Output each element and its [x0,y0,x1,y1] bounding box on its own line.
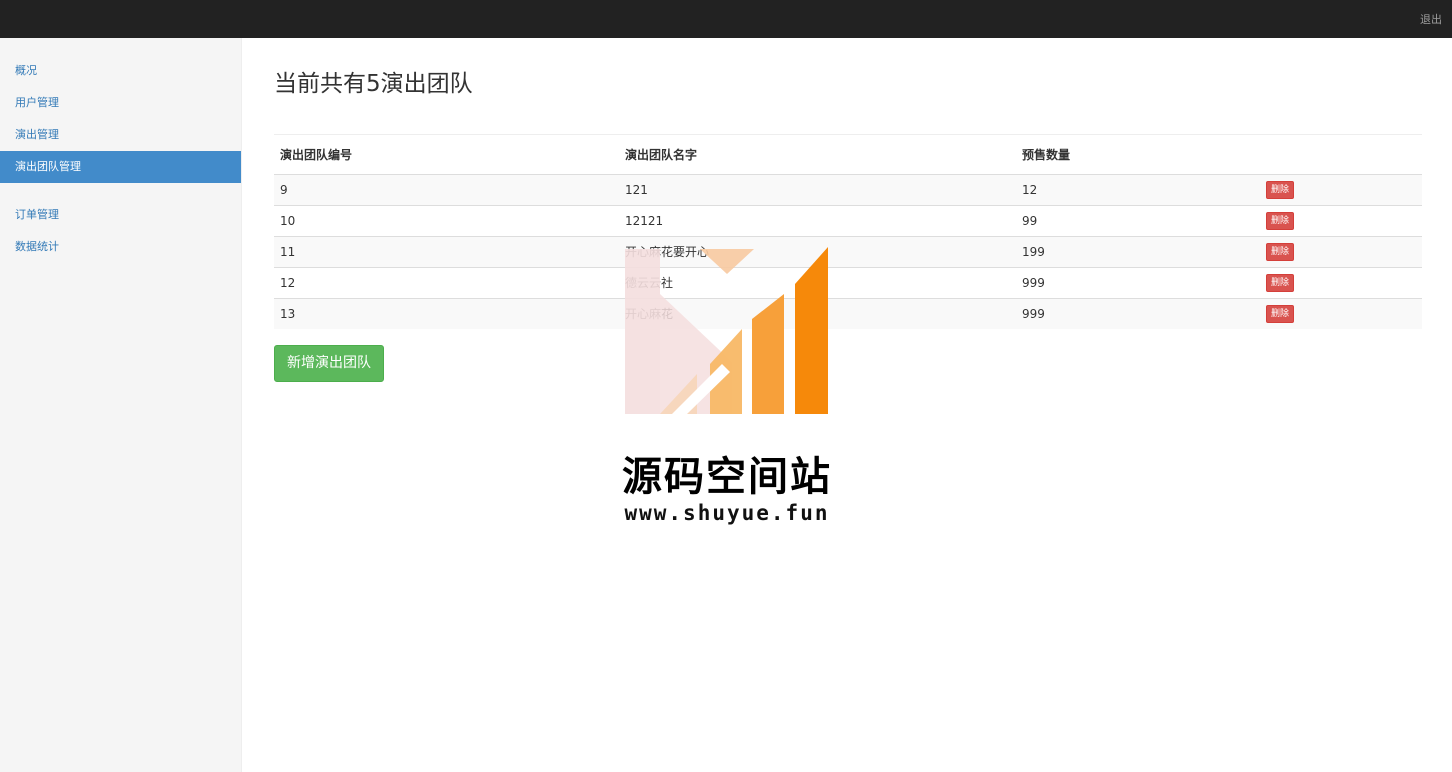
cell-id: 9 [274,173,619,205]
column-header-name: 演出团队名字 [619,135,1016,175]
delete-button[interactable]: 删除 [1266,304,1295,323]
cell-name: 12121 [619,204,1016,236]
delete-button[interactable]: 删除 [1266,242,1295,261]
cell-id: 13 [274,297,619,329]
table-header-row: 演出团队编号 演出团队名字 预售数量 [274,135,1422,175]
cell-presale: 999 [1016,297,1260,329]
cell-presale: 199 [1016,235,1260,267]
delete-button[interactable]: 删除 [1266,211,1295,230]
sidebar-item-users[interactable]: 用户管理 [0,87,241,119]
watermark-logo-icon [625,247,828,414]
watermark-title: 源码空间站 [622,454,832,500]
table-row: 12 德云云社 999 删除 [274,266,1422,298]
column-header-id: 演出团队编号 [274,135,619,175]
sidebar: 概况 用户管理 演出管理 演出团队管理 订单管理 数据统计 [0,38,242,772]
column-header-actions [1260,135,1422,175]
sidebar-item-teams[interactable]: 演出团队管理 [0,151,241,183]
cell-id: 11 [274,235,619,267]
teams-table: 演出团队编号 演出团队名字 预售数量 9 121 12 删除 10 12121 … [274,135,1422,329]
watermark: 源码空间站 www.shuyue.fun [612,244,842,534]
table-row: 13 开心麻花 999 删除 [274,297,1422,329]
cell-presale: 12 [1016,173,1260,205]
cell-id: 10 [274,204,619,236]
top-navbar: 退出 [0,0,1452,38]
sidebar-item-overview[interactable]: 概况 [0,55,241,87]
sidebar-nav-group-1: 概况 用户管理 演出管理 演出团队管理 [0,55,241,183]
sidebar-item-orders[interactable]: 订单管理 [0,199,241,231]
cell-presale: 99 [1016,204,1260,236]
main-content: 当前共有5演出团队 演出团队编号 演出团队名字 预售数量 9 121 12 删除… [274,38,1422,382]
add-team-button[interactable]: 新增演出团队 [274,345,384,382]
cell-name: 121 [619,173,1016,205]
cell-id: 12 [274,266,619,298]
delete-button[interactable]: 删除 [1266,273,1295,292]
sidebar-item-statistics[interactable]: 数据统计 [0,231,241,263]
watermark-url: www.shuyue.fun [624,501,830,525]
page-title: 当前共有5演出团队 [274,69,1422,135]
cell-presale: 999 [1016,266,1260,298]
sidebar-nav-group-2: 订单管理 数据统计 [0,199,241,263]
table-row: 11 开心麻花要开心 199 删除 [274,235,1422,267]
delete-button[interactable]: 删除 [1266,180,1295,199]
table-row: 10 12121 99 删除 [274,204,1422,236]
sidebar-item-shows[interactable]: 演出管理 [0,119,241,151]
table-row: 9 121 12 删除 [274,173,1422,205]
logout-link[interactable]: 退出 [1420,11,1442,27]
column-header-presale: 预售数量 [1016,135,1260,175]
